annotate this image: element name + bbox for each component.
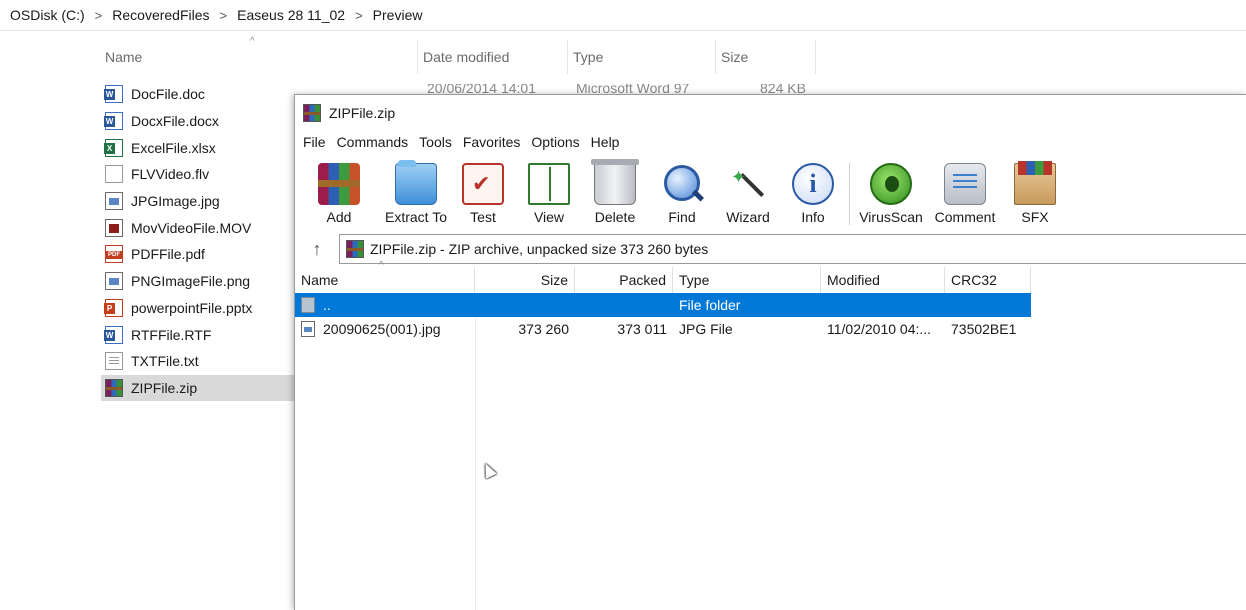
comment-button[interactable]: Comment — [928, 159, 1002, 229]
list-item-selected[interactable]: ZIPFile.zip — [101, 374, 296, 402]
list-item[interactable]: RTFFile.RTF — [101, 321, 296, 348]
breadcrumb-item-easeus[interactable]: Easeus 28 11_02 — [233, 7, 349, 23]
column-header-name[interactable]: ^ Name — [100, 36, 418, 74]
arrow-up-icon: ↑ — [312, 238, 322, 259]
trash-can-icon — [591, 159, 639, 205]
column-header-size[interactable]: Size — [475, 267, 575, 293]
winrar-archive-icon — [303, 104, 321, 122]
menu-commands[interactable]: Commands — [337, 134, 409, 150]
list-item[interactable]: TXTFile.txt — [101, 348, 296, 375]
column-header-modified[interactable]: Modified — [821, 267, 945, 293]
menu-file[interactable]: File — [303, 134, 326, 150]
explorer-row-details-obscured: 20/06/2014 14:01 Microsoft Word 97 824 K… — [427, 84, 806, 94]
breadcrumb-item-osdisk[interactable]: OSDisk (C:) — [6, 7, 89, 23]
menu-options[interactable]: Options — [531, 134, 579, 150]
comment-icon — [944, 163, 986, 205]
window-titlebar[interactable]: ZIPFile.zip — [295, 95, 1246, 131]
chevron-right-icon[interactable]: > — [214, 8, 234, 23]
sfx-button[interactable]: SFX — [1002, 159, 1068, 229]
explorer-column-header: ^ Name Date modified Type Size — [100, 36, 816, 74]
explorer-file-list: DocFile.doc DocxFile.docx ExcelFile.xlsx… — [101, 81, 296, 402]
address-bar: ↑ ZIPFile.zip - ZIP archive, unpacked si… — [295, 233, 1246, 265]
archive-column-header: ^ Name Size Packed Type Modified CRC32 — [295, 260, 1031, 293]
view-book-icon — [528, 163, 570, 205]
pdf-icon — [105, 245, 123, 264]
table-row[interactable]: 20090625(001).jpg 373 260 373 011 JPG Fi… — [295, 317, 1031, 341]
image-file-icon — [105, 272, 123, 291]
winrar-window: ZIPFile.zip File Commands Tools Favorite… — [294, 94, 1246, 610]
text-file-icon — [105, 352, 123, 371]
chevron-right-icon[interactable]: > — [349, 8, 369, 23]
column-header-type[interactable]: Type — [568, 40, 716, 74]
list-item[interactable]: DocxFile.docx — [101, 108, 296, 135]
list-item[interactable]: PNGImageFile.png — [101, 268, 296, 295]
test-clipboard-icon — [462, 163, 504, 205]
virusscan-button[interactable]: VirusScan — [854, 159, 928, 229]
blank-file-icon — [105, 165, 123, 184]
table-row-parent-folder[interactable]: .. File folder — [295, 293, 1031, 317]
toolbar-separator — [849, 163, 850, 225]
test-button[interactable]: Test — [449, 159, 517, 229]
sort-up-icon: ^ — [250, 36, 255, 47]
word-doc-icon — [104, 325, 123, 344]
delete-button[interactable]: Delete — [581, 159, 649, 229]
video-file-icon — [105, 218, 123, 237]
column-header-size[interactable]: Size — [716, 40, 816, 74]
menu-tools[interactable]: Tools — [419, 134, 452, 150]
view-button[interactable]: View — [517, 159, 581, 229]
breadcrumb: OSDisk (C:) > RecoveredFiles > Easeus 28… — [0, 0, 1246, 30]
window-title: ZIPFile.zip — [329, 105, 396, 121]
list-item[interactable]: JPGImage.jpg — [101, 188, 296, 215]
sfx-box-icon — [1014, 161, 1056, 205]
wizard-button[interactable]: Wizard — [715, 159, 781, 229]
list-item[interactable]: FLVVideo.flv — [101, 161, 296, 188]
menu-help[interactable]: Help — [591, 134, 620, 150]
add-button[interactable]: Add — [295, 159, 383, 229]
extract-to-button[interactable]: Extract To — [383, 159, 449, 229]
column-header-date-modified[interactable]: Date modified — [418, 40, 568, 74]
column-header-crc32[interactable]: CRC32 — [945, 267, 1031, 293]
toolbar: Add Extract To Test View Delete Find Wiz… — [295, 159, 1068, 229]
archive-file-list: .. File folder 20090625(001).jpg 373 260… — [295, 293, 1031, 341]
column-header-packed[interactable]: Packed — [575, 267, 673, 293]
image-file-icon — [301, 321, 315, 337]
chevron-right-icon[interactable]: > — [89, 8, 109, 23]
magnifier-icon — [661, 163, 703, 205]
word-doc-icon — [104, 85, 123, 104]
sort-up-icon: ^ — [379, 260, 384, 271]
list-item[interactable]: powerpointFile.pptx — [101, 295, 296, 322]
list-item[interactable]: DocFile.doc — [101, 81, 296, 108]
add-archive-icon — [318, 163, 360, 205]
breadcrumb-item-recoveredfiles[interactable]: RecoveredFiles — [108, 7, 213, 23]
column-header-name[interactable]: ^ Name — [295, 260, 475, 293]
breadcrumb-divider — [0, 30, 1246, 31]
virus-scan-icon — [870, 163, 912, 205]
excel-icon — [104, 138, 123, 157]
up-one-level-button[interactable]: ↑ — [295, 234, 339, 264]
archive-path-field[interactable]: ZIPFile.zip - ZIP archive, unpacked size… — [339, 234, 1246, 264]
find-button[interactable]: Find — [649, 159, 715, 229]
list-item[interactable]: ExcelFile.xlsx — [101, 134, 296, 161]
extract-folder-icon — [395, 160, 437, 205]
magic-wand-icon — [727, 163, 769, 205]
list-item[interactable]: MovVideoFile.MOV — [101, 214, 296, 241]
info-button[interactable]: Info — [781, 159, 845, 229]
column-header-type[interactable]: Type — [673, 267, 821, 293]
winrar-archive-icon — [105, 378, 123, 397]
list-item[interactable]: PDFFile.pdf — [101, 241, 296, 268]
menu-bar: File Commands Tools Favorites Options He… — [295, 131, 1246, 153]
image-file-icon — [105, 192, 123, 211]
menu-favorites[interactable]: Favorites — [463, 134, 521, 150]
parent-folder-icon — [301, 297, 315, 313]
breadcrumb-item-preview[interactable]: Preview — [369, 7, 427, 23]
archive-path-text: ZIPFile.zip - ZIP archive, unpacked size… — [370, 241, 709, 257]
powerpoint-icon — [104, 298, 123, 317]
word-doc-icon — [104, 112, 123, 131]
info-icon — [792, 163, 834, 205]
winrar-archive-icon — [346, 240, 364, 258]
